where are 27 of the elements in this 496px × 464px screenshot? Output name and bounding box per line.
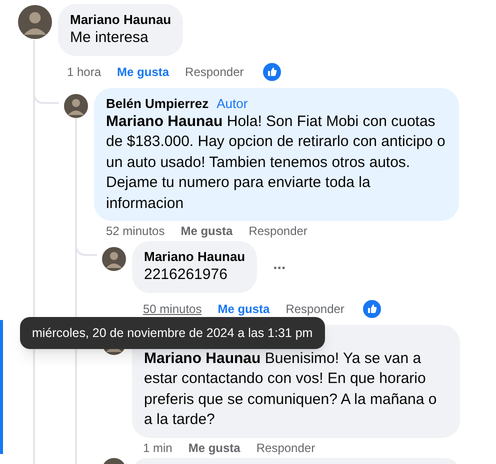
reply-link[interactable]: Responder (248, 222, 308, 240)
avatar[interactable] (64, 94, 88, 118)
comment-text: Mariano Haunau Hola! Son Fiat Mobi con cuotas de $183.000. Hay opcion de retirarlo con anticipo o un auto usado! Tambien tenemos otros autos. Dejame tu numero para enviarte toda la informacion (106, 112, 446, 214)
like-link[interactable]: Me gusta (218, 300, 270, 318)
like-link[interactable]: Me gusta (188, 438, 240, 456)
reply-link[interactable]: Responder (185, 62, 244, 80)
author-name[interactable]: Mariano Haunau (70, 11, 172, 28)
like-link[interactable]: Me gusta (180, 222, 233, 240)
timestamp-link[interactable]: 50 minutos (143, 300, 202, 318)
comment-text: 2216261976 (144, 265, 228, 285)
author-label: Autor (216, 94, 248, 112)
thumbs-up-icon[interactable] (262, 62, 281, 80)
avatar[interactable] (102, 247, 126, 271)
comment-text: Mariano Haunau Buenisimo! Ya se van a estar contactando con vos! En que horario preferis que se comuniquen? A la mañana o a la tarde? (144, 348, 438, 430)
like-link[interactable]: Me gusta (117, 62, 170, 80)
thumbs-up-icon[interactable] (363, 300, 382, 318)
reply-link[interactable]: Responder (256, 438, 316, 456)
date-tooltip: miércoles, 20 de noviembre de 2024 a las 1:31 pm (20, 317, 325, 349)
author-name[interactable]: Belén Umpierrez (106, 94, 209, 112)
timestamp-link[interactable]: 1 min (143, 438, 172, 456)
author-name[interactable]: Mariano Haunau (144, 248, 246, 265)
reply-link[interactable]: Responder (286, 300, 344, 318)
timestamp-link[interactable]: 1 hora (67, 62, 102, 80)
more-button[interactable]: ... (273, 257, 286, 272)
avatar[interactable] (18, 5, 52, 39)
timestamp-link[interactable]: 52 minutos (106, 222, 165, 240)
comment-text: Me interesa (70, 28, 150, 48)
